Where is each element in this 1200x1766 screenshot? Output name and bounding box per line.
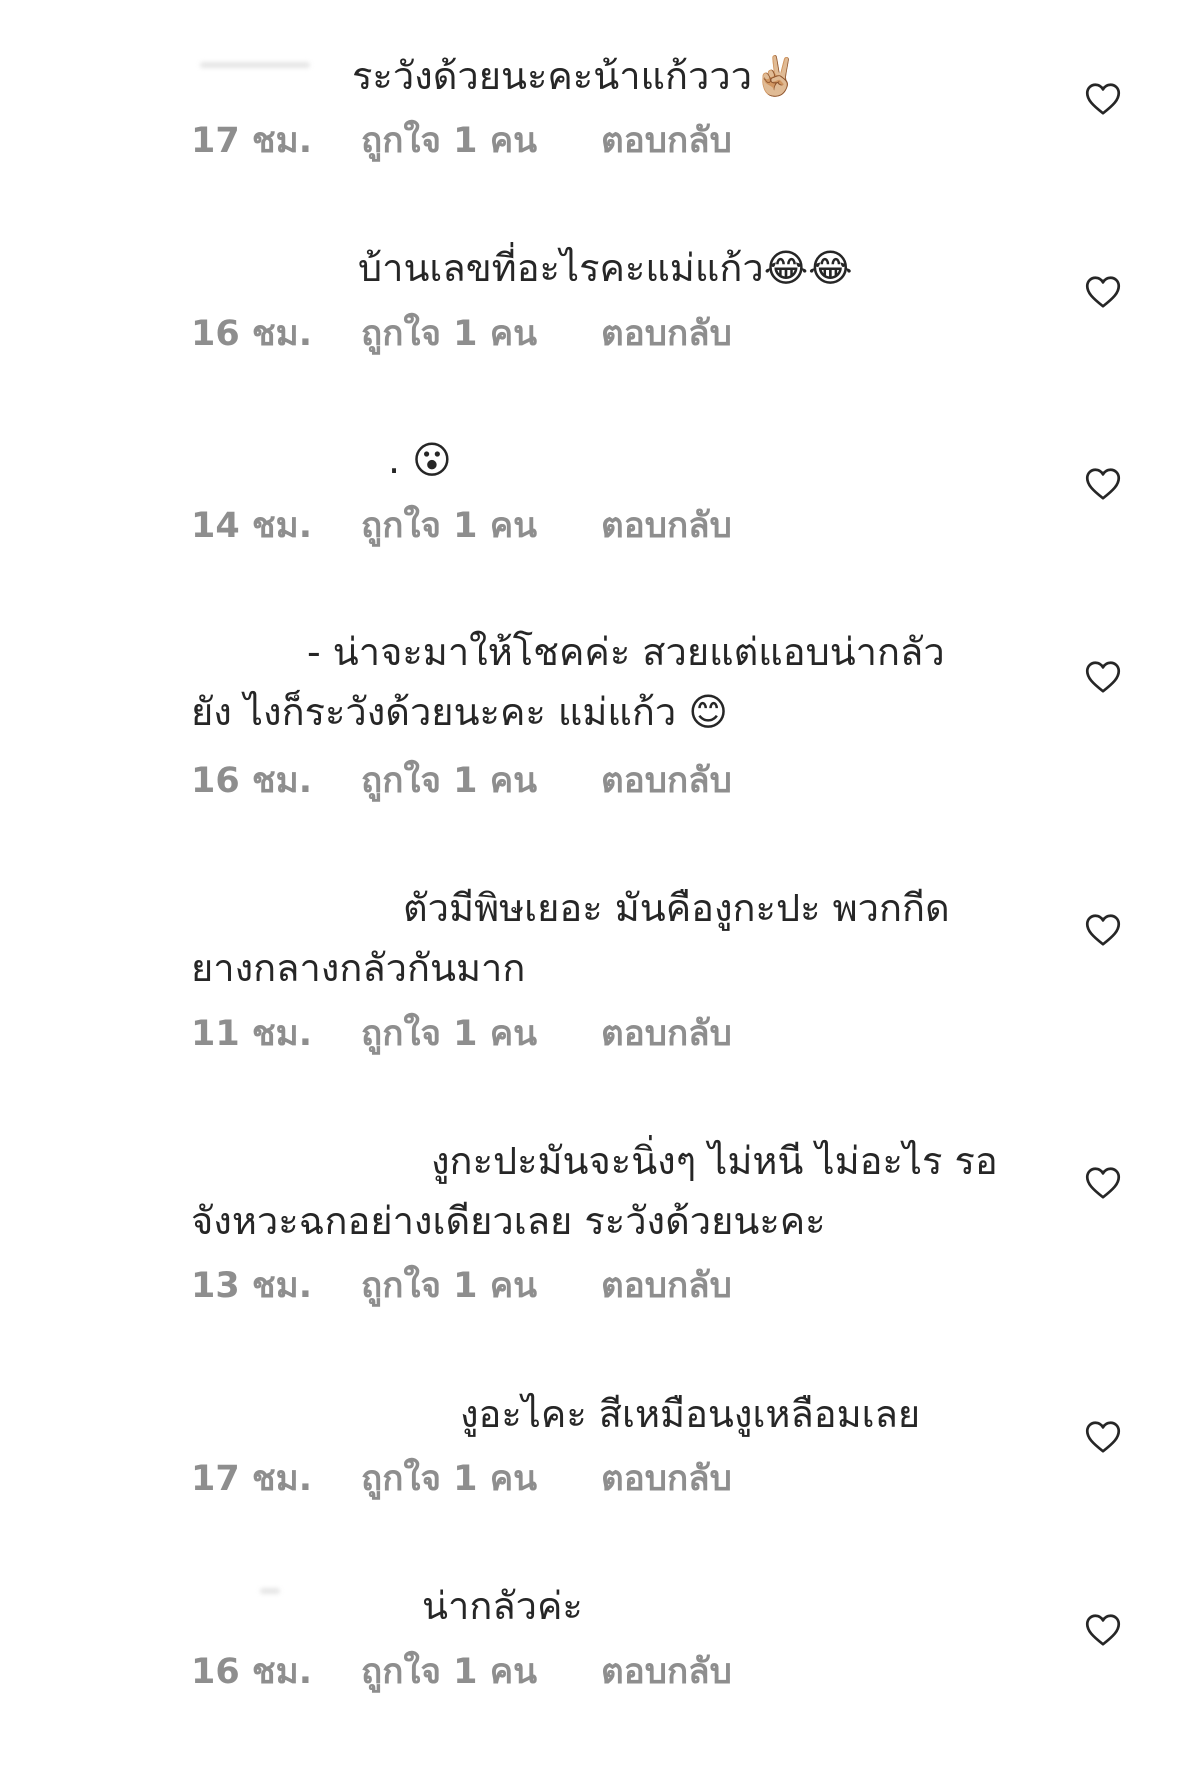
like-heart-icon[interactable] bbox=[1085, 1166, 1121, 1200]
comment-text: ระวังด้วยนะคะน้าแก้ววว✌🏼 bbox=[352, 54, 800, 98]
comment-time: 16 ชม. bbox=[191, 1652, 313, 1692]
reply-button[interactable]: ตอบกลับ bbox=[601, 1266, 732, 1306]
comment-time: 16 ชม. bbox=[191, 761, 313, 801]
comment-likes-button[interactable]: ถูกใจ 1 คน bbox=[361, 1014, 601, 1054]
comment-likes-button[interactable]: ถูกใจ 1 คน bbox=[361, 506, 601, 546]
comment-meta: 17 ชม. ถูกใจ 1 คน ตอบกลับ bbox=[191, 1459, 732, 1499]
comment-likes-button[interactable]: ถูกใจ 1 คน bbox=[361, 1266, 601, 1306]
comment-meta: 11 ชม. ถูกใจ 1 คน ตอบกลับ bbox=[191, 1014, 732, 1054]
comment-time: 17 ชม. bbox=[191, 121, 313, 161]
reply-button[interactable]: ตอบกลับ bbox=[601, 761, 732, 801]
like-heart-icon[interactable] bbox=[1085, 913, 1121, 947]
comment-text: งูอะไคะ สีเหมือนงูเหลือมเลย bbox=[460, 1392, 921, 1436]
like-heart-icon[interactable] bbox=[1085, 82, 1121, 116]
comment-meta: 16 ชม. ถูกใจ 1 คน ตอบกลับ bbox=[191, 314, 732, 354]
reply-button[interactable]: ตอบกลับ bbox=[601, 1014, 732, 1054]
comment-likes-button[interactable]: ถูกใจ 1 คน bbox=[361, 314, 601, 354]
comment-time: 14 ชม. bbox=[191, 506, 313, 546]
reply-button[interactable]: ตอบกลับ bbox=[601, 1652, 732, 1692]
comment-text: บ้านเลขที่อะไรคะแม่แก้ว😂😂 bbox=[358, 246, 853, 290]
comment-time: 13 ชม. bbox=[191, 1266, 313, 1306]
like-heart-icon[interactable] bbox=[1085, 1420, 1121, 1454]
comment-text: น่ากลัวค่ะ bbox=[422, 1584, 583, 1628]
comment-meta: 16 ชม. ถูกใจ 1 คน ตอบกลับ bbox=[191, 761, 732, 801]
like-heart-icon[interactable] bbox=[1085, 275, 1121, 309]
reply-button[interactable]: ตอบกลับ bbox=[601, 314, 732, 354]
like-heart-icon[interactable] bbox=[1085, 660, 1121, 694]
comment-text: . 😮 bbox=[388, 438, 452, 482]
comment-time: 11 ชม. bbox=[191, 1014, 313, 1054]
comment-likes-button[interactable]: ถูกใจ 1 คน bbox=[361, 1652, 601, 1692]
reply-button[interactable]: ตอบกลับ bbox=[601, 1459, 732, 1499]
comment-likes-button[interactable]: ถูกใจ 1 คน bbox=[361, 761, 601, 801]
reply-button[interactable]: ตอบกลับ bbox=[601, 121, 732, 161]
comment-time: 16 ชม. bbox=[191, 314, 313, 354]
reply-button[interactable]: ตอบกลับ bbox=[601, 506, 732, 546]
redacted-username bbox=[200, 62, 310, 68]
comment-time: 17 ชม. bbox=[191, 1459, 313, 1499]
comment-text: งูกะปะมันจะนิ่งๆ ไม่หนี ไม่อะไร รอ จังหว… bbox=[191, 1139, 998, 1243]
comment-meta: 13 ชม. ถูกใจ 1 คน ตอบกลับ bbox=[191, 1266, 732, 1306]
comment-text: ตัวมีพิษเยอะ มันคืองูกะปะ พวกกีด ยางกลาง… bbox=[191, 886, 950, 990]
redacted-username bbox=[260, 1588, 280, 1594]
comment-meta: 16 ชม. ถูกใจ 1 คน ตอบกลับ bbox=[191, 1652, 732, 1692]
comment-meta: 17 ชม. ถูกใจ 1 คน ตอบกลับ bbox=[191, 121, 732, 161]
like-heart-icon[interactable] bbox=[1085, 1613, 1121, 1647]
like-heart-icon[interactable] bbox=[1085, 467, 1121, 501]
comment-likes-button[interactable]: ถูกใจ 1 คน bbox=[361, 1459, 601, 1499]
comment-meta: 14 ชม. ถูกใจ 1 คน ตอบกลับ bbox=[191, 506, 732, 546]
comment-text: - น่าจะมาให้โชคค่ะ สวยแต่แอบน่ากลัว ยัง … bbox=[191, 630, 945, 734]
comment-likes-button[interactable]: ถูกใจ 1 คน bbox=[361, 121, 601, 161]
